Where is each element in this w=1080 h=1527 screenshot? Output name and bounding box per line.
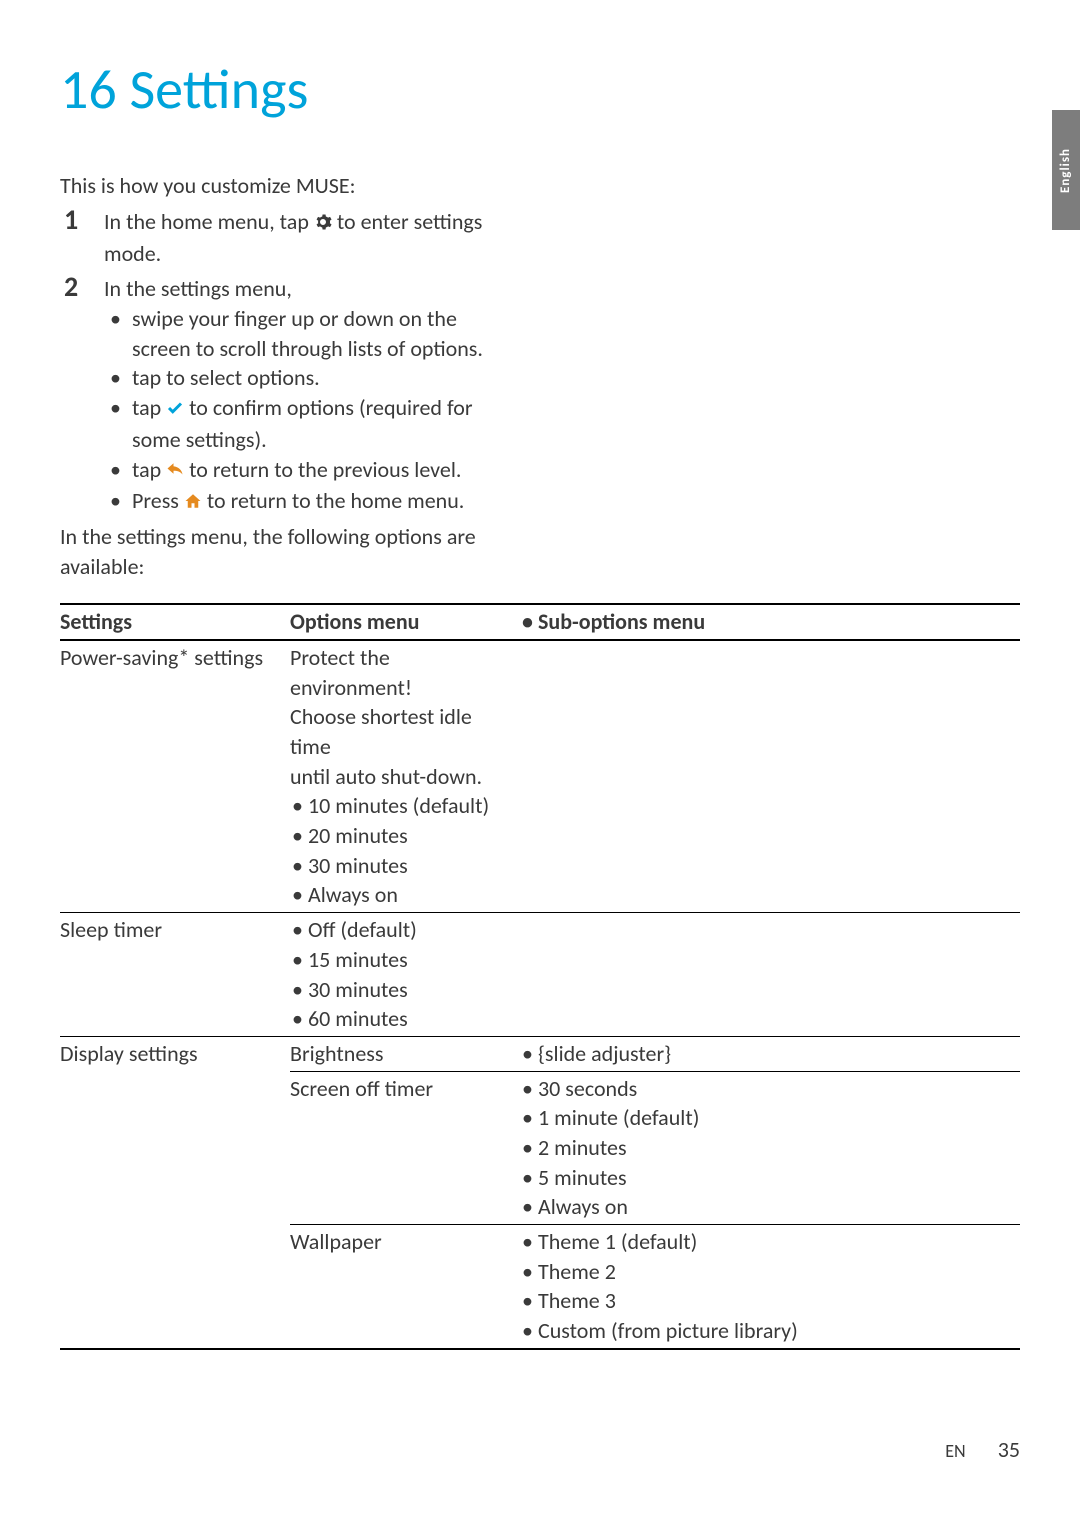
step-number: 1 [64,205,104,236]
check-icon [166,395,184,425]
bullet-dot: • [104,455,132,485]
intro-text: This is how you customize MUSE: [60,172,1020,199]
step-2-bullet: • tap to return to the previous level. [104,455,494,487]
step-1-text-before: In the home menu, tap [104,208,314,235]
setting-name: Power-saving* settings [60,640,290,913]
sub-options-cell [520,913,1020,1037]
footer-lang: EN [945,1440,965,1462]
home-icon [184,488,202,518]
table-row: Power-saving* settings Protect the envir… [60,640,1020,913]
bullet-dot: • [104,393,132,423]
step-2-bullet: • swipe your finger up or down on the sc… [104,304,494,363]
page-footer: EN 35 [945,1436,1020,1463]
table-row: Display settings Brightness •{slide adju… [60,1036,1020,1071]
step-2-bullet-before: Press [132,487,184,514]
step-2-bullet: • tap to confirm options (required for s… [104,393,494,454]
setting-name: Display settings [60,1036,290,1348]
header-settings: Settings [60,604,290,640]
sub-options-cell [520,640,1020,913]
options-cell: Wallpaper [290,1225,520,1349]
language-side-tab-label: English [1059,147,1074,192]
step-1: 1 In the home menu, tap to enter setting… [64,205,494,268]
step-number: 2 [64,272,104,303]
sub-options-cell: •30 seconds •1 minute (default) •2 minut… [520,1071,1020,1224]
sub-options-cell: •Theme 1 (default) •Theme 2 •Theme 3 •Cu… [520,1225,1020,1349]
options-cell: •Off (default) •15 minutes •30 minutes •… [290,913,520,1037]
step-2-bullet-after: to return to the home menu. [202,487,464,514]
header-options: Options menu [290,604,520,640]
step-2-bullet-before: tap [132,456,166,483]
options-cell: Screen off timer [290,1071,520,1224]
bullet-dot: • [104,363,132,393]
chapter-number: 16 [60,56,117,124]
chapter-title: 16 Settings [60,56,1020,124]
language-side-tab: English [1052,110,1080,230]
after-steps-text: In the settings menu, the following opti… [60,522,490,581]
step-2-bullet-after: to return to the previous level. [184,456,461,483]
step-2-bullet-text: tap to select options. [132,363,320,393]
back-icon [166,457,184,487]
table-row: Sleep timer •Off (default) •15 minutes •… [60,913,1020,1037]
bullet-dot: • [104,304,132,334]
header-sub-options: •Sub-options menu [520,604,1020,640]
setting-name: Sleep timer [60,913,290,1037]
step-2-lead: In the settings menu, [104,274,494,304]
chapter-name: Settings [129,56,308,124]
options-cell: Brightness [290,1036,520,1071]
step-2: 2 In the settings menu, • swipe your fin… [64,272,494,518]
settings-table: Settings Options menu •Sub-options menu … [60,603,1020,1350]
step-2-bullet: • tap to select options. [104,363,494,393]
gear-icon [314,209,332,239]
options-cell: Protect the environment! Choose shortest… [290,640,520,913]
step-2-bullet: • Press to return to the home menu. [104,486,494,518]
table-header-row: Settings Options menu •Sub-options menu [60,604,1020,640]
sub-options-cell: •{slide adjuster} [520,1036,1020,1071]
step-2-bullet-before: tap [132,394,166,421]
footer-page-number: 35 [998,1436,1020,1463]
bullet-dot: • [104,486,132,516]
step-2-bullet-text: swipe your finger up or down on the scre… [132,304,494,363]
